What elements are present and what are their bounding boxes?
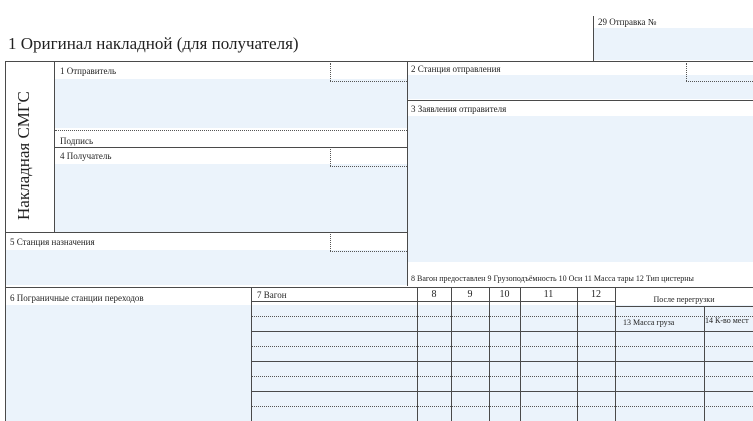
- side-label: Накладная СМГС: [14, 91, 33, 220]
- consignee-field[interactable]: [55, 164, 407, 232]
- table-row-dotted: [252, 406, 753, 407]
- col-9-number: 9: [467, 289, 473, 300]
- shipment-number-field[interactable]: [594, 28, 753, 60]
- f2-code-box: [686, 63, 687, 81]
- form-title: 1 Оригинал накладной (для получателя): [8, 34, 299, 53]
- col-13-left: [615, 287, 616, 421]
- col-12-number: 12: [591, 289, 601, 300]
- f5-code-box-bottom: [330, 251, 407, 252]
- f2-f3-divider: [408, 100, 753, 101]
- f4-code-box-bottom: [330, 166, 407, 167]
- col-11-number: 11: [543, 289, 554, 300]
- cargo-mass-label: 13 Масса груза: [623, 318, 675, 327]
- shipment-number-label: 29 Отправка №: [598, 17, 657, 27]
- wagon-columns-header: 8 Вагон предоставлен 9 Грузоподъёмность …: [411, 274, 694, 283]
- wagon-section-top: [5, 287, 753, 288]
- sender-label: 1 Отправитель: [60, 66, 117, 76]
- sender-statements-label: 3 Заявления отправителя: [411, 104, 507, 114]
- signature-label: Подпись: [60, 136, 94, 146]
- f4-code-box: [330, 149, 331, 166]
- f6-f7-divider: [251, 287, 252, 421]
- f1-f4-divider: [54, 147, 408, 148]
- departure-station-field[interactable]: [408, 75, 753, 99]
- col-10-left: [489, 287, 490, 421]
- destination-station-field[interactable]: [5, 250, 407, 285]
- destination-station-label: 5 Станция назначения: [10, 237, 95, 247]
- reloading-header-bottom: [615, 306, 753, 307]
- table-row-divider: [251, 361, 753, 362]
- center-divider: [407, 61, 408, 286]
- f29-divider: [593, 16, 594, 62]
- f1-code-box-bottom: [330, 81, 407, 82]
- f5-code-box: [330, 234, 331, 251]
- f4-f5-divider: [5, 232, 408, 233]
- table-row-dotted: [252, 346, 753, 347]
- table-row-divider: [251, 331, 753, 332]
- col-9-left: [451, 287, 452, 421]
- wagon-label: 7 Вагон: [257, 290, 287, 300]
- signature-dotted-line: [55, 130, 407, 131]
- f1-code-box: [330, 63, 331, 81]
- col-12-left: [577, 287, 578, 421]
- wagon-table-body[interactable]: [252, 305, 753, 421]
- sender-statements-field[interactable]: [408, 116, 753, 262]
- after-reloading-label: После перегрузки: [653, 295, 715, 304]
- table-row-dotted: [252, 316, 753, 317]
- table-row-divider: [251, 391, 753, 392]
- wagon-header-bottom: [251, 301, 615, 302]
- f2-code-box-bottom: [686, 81, 753, 82]
- grid-top-line: [5, 61, 753, 62]
- border-stations-label: 6 Пограничные станции переходов: [10, 293, 144, 303]
- consignee-label: 4 Получатель: [60, 151, 112, 161]
- border-stations-field[interactable]: [5, 305, 251, 421]
- left-border: [5, 61, 6, 421]
- sender-field[interactable]: [55, 79, 407, 128]
- col-8-left: [417, 287, 418, 421]
- col-8-number: 8: [431, 289, 437, 300]
- col-10-number: 10: [499, 289, 510, 300]
- departure-station-label: 2 Станция отправления: [411, 64, 501, 74]
- col-11-left: [520, 287, 521, 421]
- table-row-dotted: [252, 376, 753, 377]
